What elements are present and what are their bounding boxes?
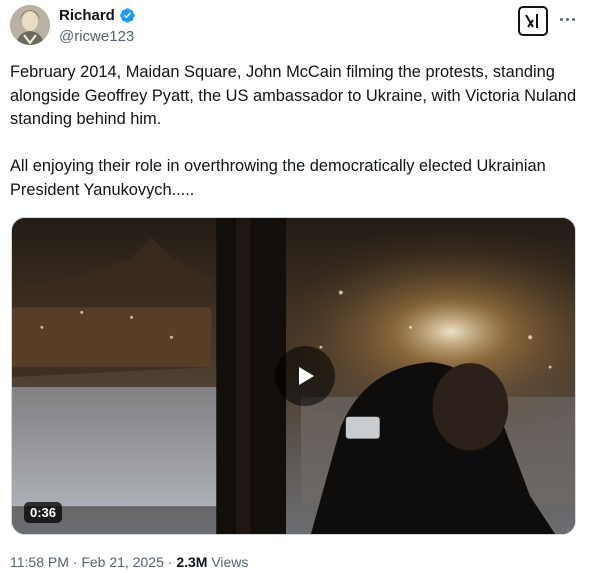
verified-badge-icon [120,8,135,23]
grok-icon [525,14,538,28]
views-label: Views [207,554,249,570]
tweet-meta: 11:58 PM · Feb 21, 2025 · 2.3M Views [10,554,248,570]
tweet-paragraph: February 2014, Maidan Square, John McCai… [10,63,577,128]
author-handle[interactable]: @ricwe123 [59,28,134,45]
avatar-image [10,5,50,45]
more-options-icon[interactable] [556,10,578,28]
play-button[interactable] [275,346,335,406]
grok-button[interactable] [518,6,548,36]
meta-separator: · [163,554,177,570]
play-icon [299,367,314,385]
tweet: Richard @ricwe123 February 2014, Maidan … [0,0,590,573]
avatar[interactable] [10,5,50,45]
tweet-date[interactable]: Feb 21, 2025 [81,554,164,570]
meta-separator: · [68,554,82,570]
tweet-time[interactable]: 11:58 PM [10,554,69,570]
display-name[interactable]: Richard [59,7,115,24]
views-count[interactable]: 2.3M [176,554,207,570]
tweet-text: February 2014, Maidan Square, John McCai… [10,61,580,202]
video-duration: 0:36 [24,502,63,523]
tweet-paragraph: All enjoying their role in overthrowing … [10,157,546,199]
author-name-row[interactable]: Richard [59,7,136,24]
video-player[interactable]: 0:36 [11,217,576,535]
